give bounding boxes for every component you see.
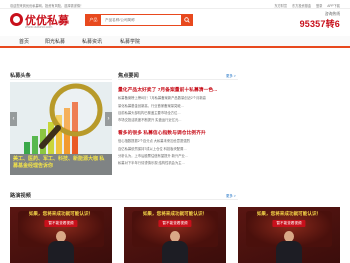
news-line[interactable]: 百亿私募依然保持7成以上仓位 科技板块配置… bbox=[118, 146, 238, 151]
news-line[interactable]: 信心指数提振2个百分点 大私募未来加仓意愿强烈 bbox=[118, 138, 238, 143]
presenter-image bbox=[46, 231, 76, 263]
video-card[interactable]: 如果，您将来成功就可能认识！ 暂不能查看视频 bbox=[124, 207, 226, 263]
news-line[interactable]: 市场交投活跃度不断提升 实盘运行近亿元… bbox=[118, 117, 238, 122]
video-headline: 如果，您将来成功就可能认识！ bbox=[142, 211, 208, 216]
hotline-number: 95357转6 bbox=[299, 19, 340, 29]
search-button[interactable] bbox=[181, 15, 192, 25]
banner-next-button[interactable]: › bbox=[105, 112, 112, 126]
nav-item-academy[interactable]: 私募学院 bbox=[120, 38, 140, 45]
welcome-text: 欢迎您来到优优私募网，投资有风险，选择需谨慎！ bbox=[10, 3, 84, 8]
video-headline: 如果，您将来成功就可能认识！ bbox=[28, 211, 94, 216]
link-eastmoney[interactable]: 东方财富 bbox=[274, 4, 287, 8]
video-status-badge: 暂不能查看视频 bbox=[272, 220, 306, 227]
news-section-title: 私募头条 bbox=[10, 73, 31, 79]
login-link[interactable]: 登录 bbox=[316, 4, 322, 8]
video-headline: 如果，您将来成功就可能认识！ bbox=[256, 211, 322, 216]
news-line[interactable]: 量化私募基金创新高，行业首家备案量突破… bbox=[118, 103, 238, 108]
video-section-title: 路演视频 bbox=[10, 193, 31, 199]
app-download-link[interactable]: APP下载 bbox=[327, 4, 340, 8]
headline-title[interactable]: 量化产品太好卖了 7月备案量前十私募清一色... bbox=[118, 86, 238, 93]
video-status-badge: 暂不能查看视频 bbox=[158, 220, 192, 227]
link-fund[interactable]: 东方投资基金 bbox=[292, 4, 311, 8]
news-line[interactable]: 目前私募头部机构已覆盖主要市场全方位… bbox=[118, 110, 238, 115]
hotline: 咨询热线 95357转6 bbox=[300, 12, 340, 30]
hot-news-list: 量化产品太好卖了 7月备案量前十私募清一色... 私募备案榜上榜8月！7月私募备… bbox=[118, 82, 238, 165]
nav-item-news[interactable]: 私募资讯 bbox=[82, 38, 102, 45]
top-links: 东方财富 东方投资基金 登录 APP下载 bbox=[270, 3, 340, 8]
main-nav: 首页 阳光私募 私募资讯 私募学院 bbox=[0, 36, 350, 48]
banner-caption: 美工、医药、军工、科技、新能源大咖 私募基金经理告诉你 bbox=[10, 154, 112, 175]
presenter-image bbox=[160, 231, 190, 263]
news-line[interactable]: 私募备案榜上榜8月！7月私募备案新产品数量创近2个月新高 bbox=[118, 95, 238, 100]
logo-icon bbox=[10, 13, 23, 26]
news-banner[interactable]: 美工、医药、军工、科技、新能源大咖 私募基金经理告诉你 bbox=[10, 82, 112, 175]
video-card[interactable]: 如果，您将来成功就可能认识！ 暂不能查看视频 bbox=[238, 207, 340, 263]
search-icon bbox=[183, 17, 190, 23]
banner-prev-button[interactable]: ‹ bbox=[10, 112, 17, 126]
search-bar: 产品 bbox=[85, 14, 193, 26]
divider bbox=[118, 79, 238, 80]
news-line[interactable]: 分析认为，上市后股票估值有望提升 新兴产业… bbox=[118, 153, 238, 158]
divider bbox=[10, 79, 112, 80]
video-card[interactable]: 如果，您将来成功就可能认识！ 暂不能查看视频 bbox=[10, 207, 112, 263]
video-more-link[interactable]: 更多 > bbox=[226, 193, 236, 198]
hot-more-link[interactable]: 更多 > bbox=[226, 73, 236, 78]
site-logo[interactable]: 优优私募 www.uufund.com bbox=[10, 11, 69, 33]
nav-item-funds[interactable]: 阳光私募 bbox=[45, 38, 65, 45]
divider bbox=[10, 199, 238, 200]
nav-item-home[interactable]: 首页 bbox=[19, 38, 29, 45]
hot-section-title: 焦点要闻 bbox=[118, 73, 139, 79]
top-bar: 欢迎您来到优优私募网，投资有风险，选择需谨慎！ 东方财富 东方投资基金 登录 A… bbox=[0, 0, 350, 9]
logo-url: www.uufund.com bbox=[25, 25, 53, 29]
video-status-badge: 暂不能查看视频 bbox=[44, 220, 78, 227]
search-input[interactable] bbox=[101, 15, 181, 25]
presenter-image bbox=[274, 231, 304, 263]
search-category-select[interactable]: 产品 bbox=[86, 15, 101, 25]
news-line[interactable]: 私募对下半年行情谨慎乐观 结构性机会为主… bbox=[118, 160, 238, 165]
headline-title[interactable]: 看多的很多 私募信心指数与调仓比例齐升 bbox=[118, 129, 238, 136]
